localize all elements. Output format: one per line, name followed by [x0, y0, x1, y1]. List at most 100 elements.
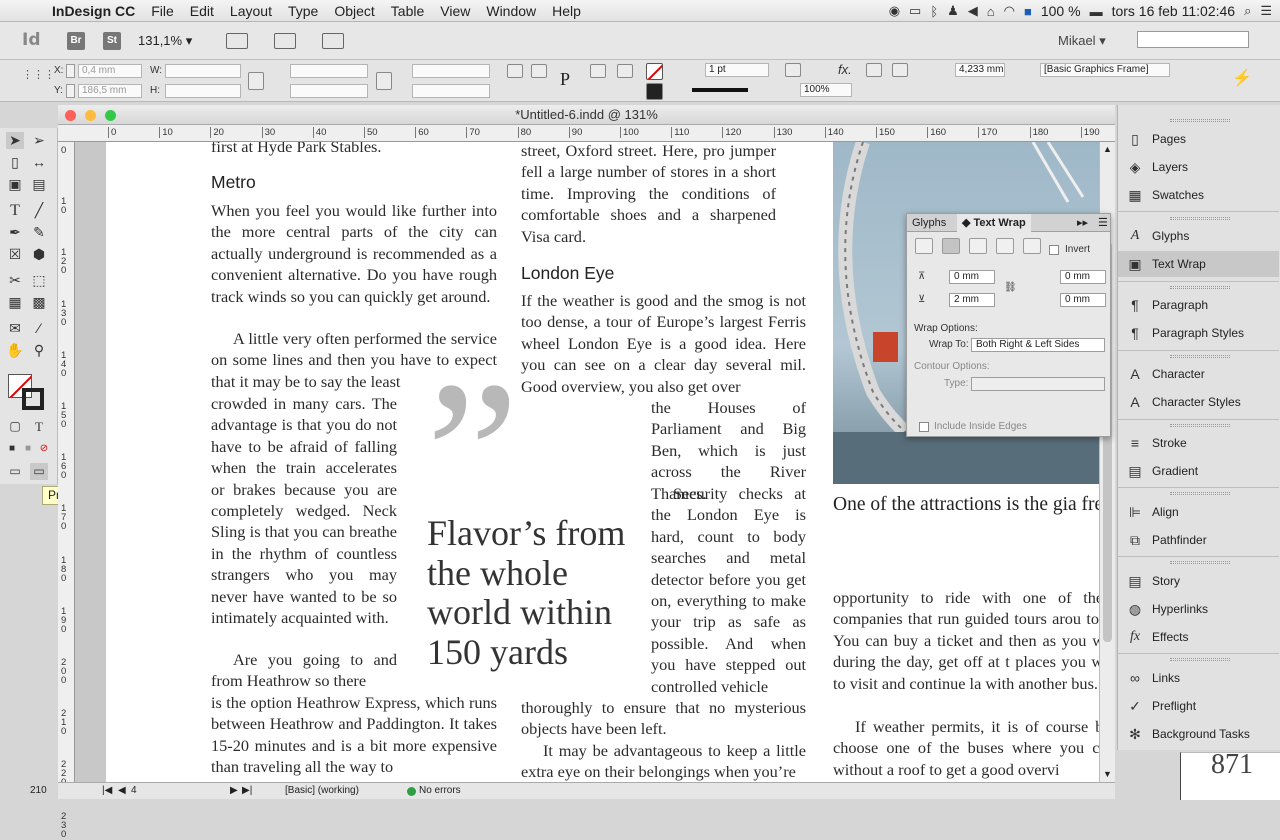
x-stepper[interactable] [66, 64, 75, 78]
invert-checkbox[interactable] [1049, 245, 1059, 255]
user-icon[interactable]: ♟ [947, 3, 959, 19]
flip-vertical-icon[interactable] [617, 64, 633, 78]
content-collector-icon[interactable]: ▣ [6, 176, 24, 193]
free-transform-tool-icon[interactable]: ⬚ [30, 272, 48, 289]
wrap-none-icon[interactable] [866, 63, 882, 77]
content-placer-icon[interactable]: ▤ [30, 176, 48, 193]
panel-menu-icon[interactable]: ☰ [1093, 214, 1113, 232]
jump-object-icon[interactable] [996, 238, 1014, 254]
scale-x-field[interactable] [290, 64, 368, 78]
clock[interactable]: tors 16 feb 11:02:46 [1112, 3, 1236, 19]
rotate-cw-icon[interactable] [507, 64, 523, 78]
fx-icon[interactable]: fx. [838, 62, 852, 77]
rotation-field[interactable] [412, 64, 490, 78]
width-field[interactable] [165, 64, 241, 78]
frame-fitting-icon[interactable] [785, 63, 801, 77]
panel-effects[interactable]: fx Effects [1118, 624, 1279, 650]
no-wrap-icon[interactable] [915, 238, 933, 254]
select-container-icon[interactable]: P [557, 70, 573, 92]
panel-pathfinder[interactable]: ⧉ Pathfinder [1118, 527, 1279, 553]
shear-field[interactable] [412, 84, 490, 98]
gradient-feather-tool-icon[interactable]: ▩ [30, 294, 48, 311]
panel-swatches[interactable]: ▦ Swatches [1118, 182, 1279, 208]
wrap-bbox-icon[interactable] [892, 63, 908, 77]
panel-glyphs[interactable]: A Glyphs [1118, 223, 1279, 249]
menu-object[interactable]: Object [326, 0, 382, 22]
selection-tool-icon[interactable]: ➤ [6, 132, 24, 149]
first-page-button[interactable]: |◀ [102, 783, 112, 798]
page-number-field[interactable]: 4 [131, 783, 137, 798]
menu-file[interactable]: File [143, 0, 182, 22]
menu-view[interactable]: View [432, 0, 478, 22]
horizontal-ruler[interactable]: 0 10 20 30 40 50 60 70 80 90 100 110 120 130 140 150 160… [58, 125, 1115, 142]
last-page-button[interactable]: ▶| [242, 783, 252, 798]
tab-glyphs[interactable]: Glyphs [907, 214, 951, 232]
search-input[interactable] [1137, 31, 1249, 48]
panel-links[interactable]: ∞ Links [1118, 665, 1279, 691]
preflight-status[interactable]: No errors [419, 783, 461, 798]
x-field[interactable]: 0,4 mm [78, 64, 142, 78]
normal-view-icon[interactable]: ▭ [6, 463, 24, 480]
collapse-panel-icon[interactable]: ▸▸ [1072, 214, 1093, 232]
contour-type-dropdown[interactable] [971, 377, 1105, 391]
constrain-scale-icon[interactable] [376, 72, 392, 90]
style-status[interactable]: [Basic] (working) [285, 783, 359, 798]
panel-character-styles[interactable]: A Character Styles [1118, 389, 1279, 415]
record-icon[interactable]: ◉ [889, 3, 900, 19]
next-page-button[interactable]: ▶ [230, 783, 238, 798]
workspace-user[interactable]: Mikael ▾ [1058, 33, 1106, 49]
wifi-icon[interactable]: ◠ [1004, 3, 1015, 19]
bridge-button[interactable]: Br [67, 32, 85, 50]
formatting-text-icon[interactable]: T [30, 418, 48, 435]
panel-paragraph-styles[interactable]: ¶ Paragraph Styles [1118, 320, 1279, 346]
view-options-icon[interactable] [226, 33, 248, 49]
previous-page-button[interactable]: ◀ [118, 783, 126, 798]
constrain-proportions-icon[interactable] [248, 72, 264, 90]
wrap-bounding-box-icon[interactable] [942, 238, 960, 254]
stock-button[interactable]: St [103, 32, 121, 50]
scroll-up-arrow[interactable]: ▲ [1103, 144, 1112, 154]
menu-app[interactable]: InDesign CC [44, 0, 143, 22]
stroke-swatch-tool[interactable] [22, 388, 44, 410]
menu-table[interactable]: Table [383, 0, 432, 22]
menu-layout[interactable]: Layout [222, 0, 280, 22]
bottom-offset-field[interactable]: 2 mm [949, 293, 995, 307]
scale-y-field[interactable] [290, 84, 368, 98]
lightning-icon[interactable]: ⚡ [1232, 68, 1252, 88]
menu-help[interactable]: Help [544, 0, 589, 22]
y-stepper[interactable] [66, 84, 75, 98]
jump-next-column-icon[interactable] [1023, 238, 1041, 254]
polygon-tool-icon[interactable]: ⬢ [30, 246, 48, 263]
stroke-weight-field[interactable]: 1 pt [705, 63, 769, 77]
y-field[interactable]: 186,5 mm [78, 84, 142, 98]
flip-horizontal-icon[interactable] [590, 64, 606, 78]
panel-text-wrap[interactable]: ▣ Text Wrap [1118, 251, 1279, 277]
hand-tool-icon[interactable]: ✋ [6, 342, 24, 359]
volume-icon[interactable]: ◀ [968, 3, 978, 19]
opacity-field[interactable]: 100% [800, 83, 852, 97]
pull-quote[interactable]: Flavor’s from the whole world within 150… [427, 513, 637, 672]
menu-window[interactable]: Window [478, 0, 544, 22]
arrange-documents-icon[interactable] [322, 33, 344, 49]
preview-mode-icon[interactable]: ▭ [30, 463, 48, 480]
panel-character[interactable]: A Character [1118, 361, 1279, 387]
scroll-down-arrow[interactable]: ▼ [1103, 769, 1112, 779]
pencil-tool-icon[interactable]: ✎ [30, 224, 48, 241]
menu-type[interactable]: Type [280, 0, 326, 22]
battery-icon[interactable]: ▬ [1090, 4, 1103, 19]
vertical-ruler[interactable]: 0 1 0 1 2 0 1 3 0 1 4 0 1 5 0 1 6 0 1 7 0 1 8 0 1… [58, 142, 75, 839]
dock-grip[interactable] [1170, 119, 1230, 122]
rectangle-frame-tool-icon[interactable]: ☒ [6, 246, 24, 263]
stroke-type-preview[interactable] [692, 88, 748, 92]
home-icon[interactable]: ⌂ [987, 4, 995, 19]
wrap-to-dropdown[interactable]: Both Right & Left Sides [971, 338, 1105, 352]
menu-list-icon[interactable]: ☰ [1260, 3, 1272, 19]
flag-icon[interactable]: ■ [1024, 4, 1032, 19]
panel-hyperlinks[interactable]: ◍ Hyperlinks [1118, 596, 1279, 622]
zoom-level[interactable]: 131,1% ▾ [138, 33, 192, 49]
close-window-button[interactable] [65, 110, 76, 121]
panel-gradient[interactable]: ▤ Gradient [1118, 458, 1279, 484]
minimize-window-button[interactable] [85, 110, 96, 121]
stroke-swatch[interactable] [646, 83, 663, 100]
wrap-object-shape-icon[interactable] [969, 238, 987, 254]
